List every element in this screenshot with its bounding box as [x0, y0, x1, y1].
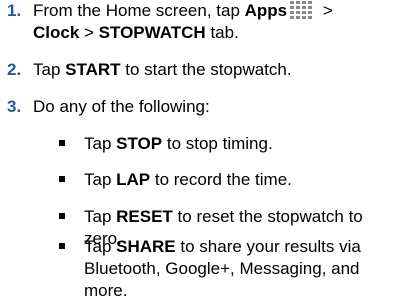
step-text: Do any of the following:	[33, 97, 210, 116]
step-text: Tap START to start the stopwatch.	[33, 60, 292, 79]
bullet-icon	[59, 140, 65, 146]
apps-grid-icon	[290, 1, 313, 19]
step-number: 3.	[7, 97, 22, 116]
bullet-icon	[59, 213, 65, 219]
list-item-text: Tap STOP to stop timing.	[84, 134, 273, 153]
stop-label: STOP	[116, 134, 163, 153]
list-item-text: Tap LAP to record the time.	[84, 170, 292, 189]
list-item-text: Tap SHARE to share your results via Blue…	[84, 237, 361, 300]
bullet-icon	[59, 176, 65, 182]
reset-label: RESET	[116, 207, 173, 226]
start-label: START	[65, 60, 121, 79]
step-number: 2.	[7, 60, 22, 79]
bullet-icon	[59, 243, 65, 249]
clock-label: Clock	[33, 23, 80, 42]
share-label: SHARE	[116, 237, 176, 256]
apps-label: Apps	[244, 1, 288, 20]
lap-label: LAP	[116, 170, 151, 189]
step-number: 1.	[7, 1, 22, 20]
stopwatch-label: STOPWATCH	[98, 23, 206, 42]
step-text: From the Home screen, tap Apps > Clock >…	[33, 1, 333, 42]
